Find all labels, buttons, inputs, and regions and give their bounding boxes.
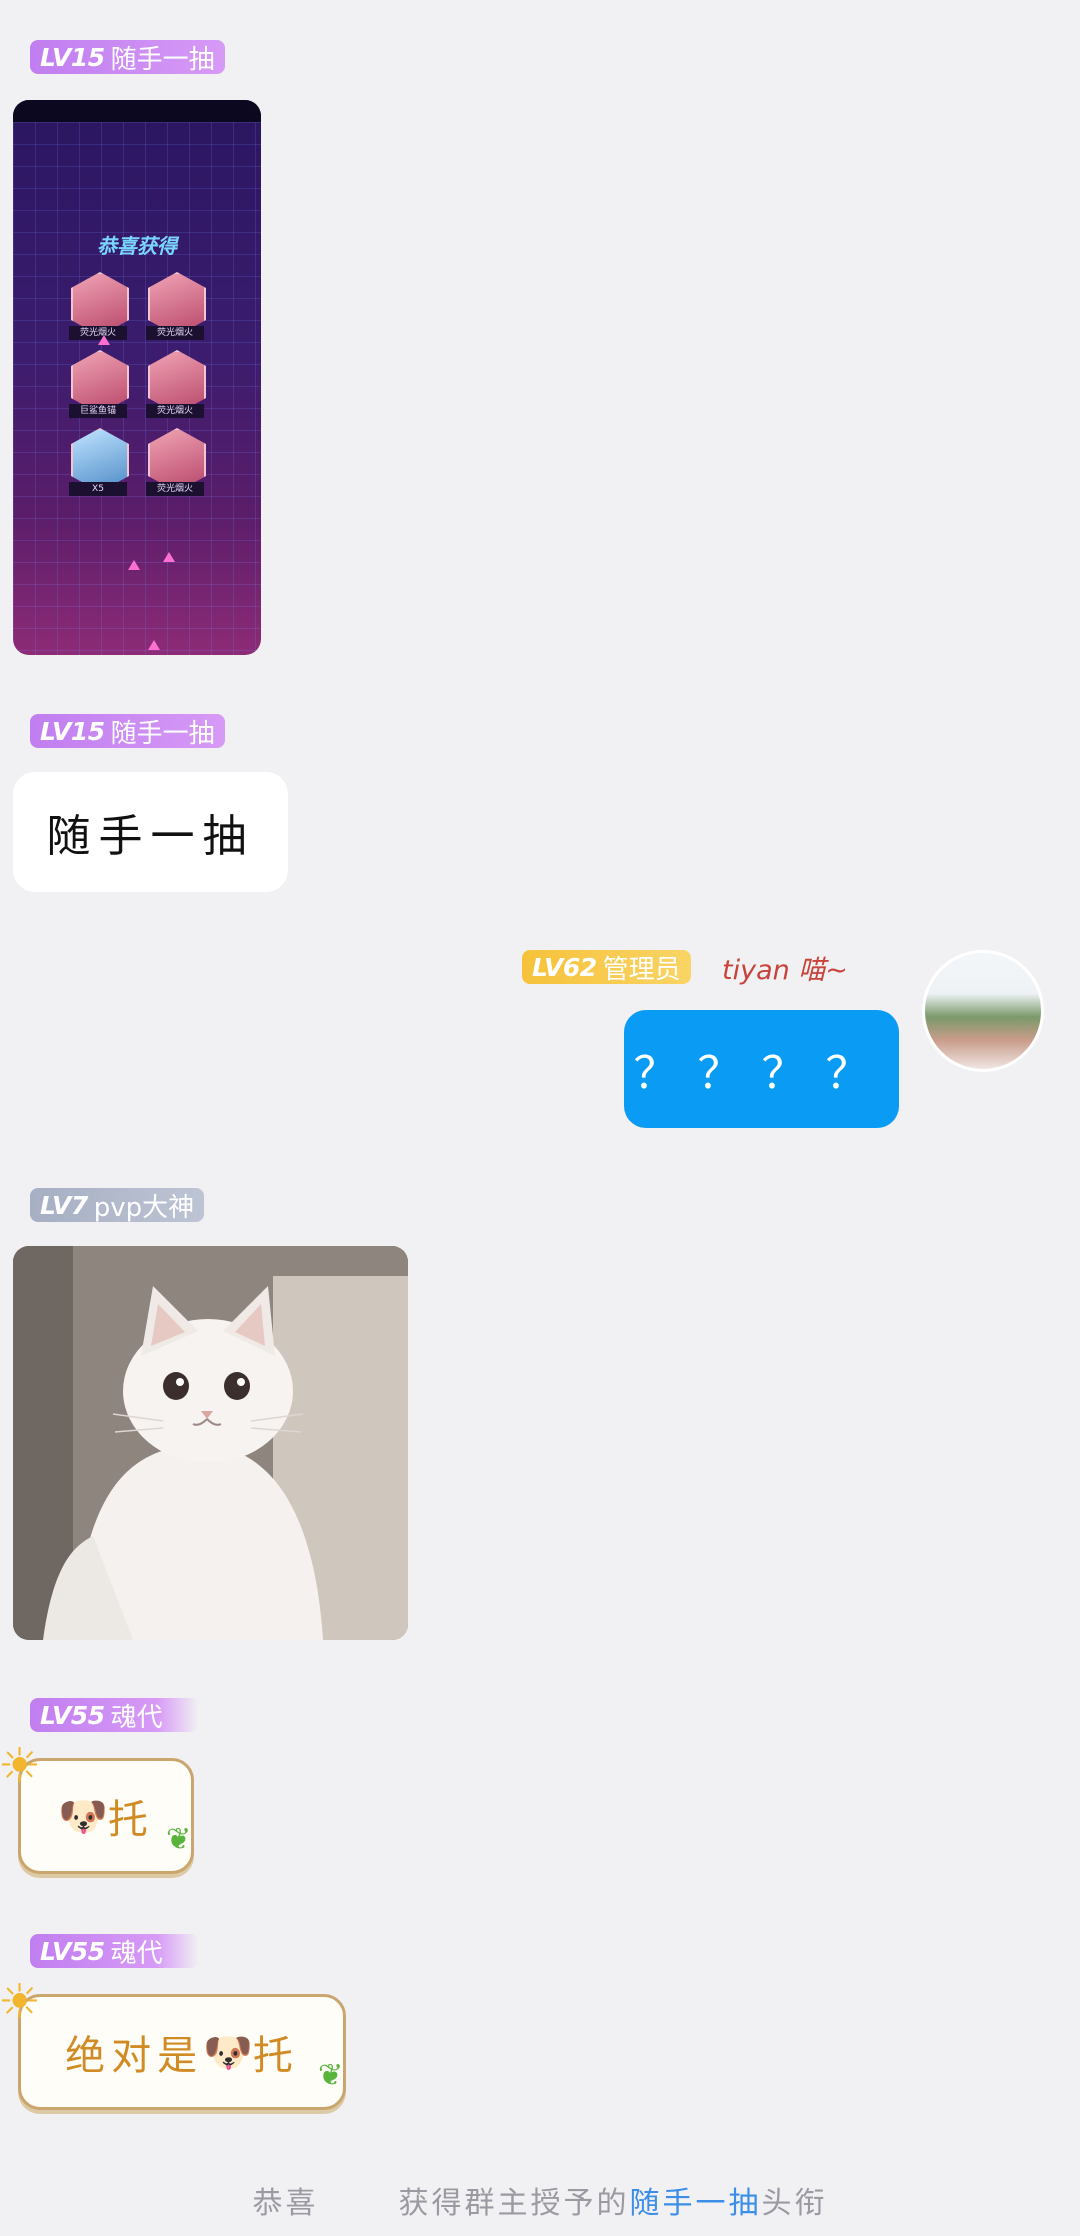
reward-title: 恭喜获得	[97, 234, 177, 258]
sender-badge[interactable]: LV15 随手一抽	[30, 40, 225, 75]
cat-illustration	[13, 1246, 408, 1640]
sender-badge[interactable]: LV55 魂代	[30, 1934, 199, 1969]
sender-title: 随手一抽	[110, 44, 215, 75]
dog-emoji: 🐶	[203, 2029, 253, 2076]
notice-title-link[interactable]: 随手一抽	[630, 2186, 762, 2221]
status-bar	[13, 100, 261, 122]
sender-badge[interactable]: LV15 随手一抽	[30, 714, 225, 749]
avatar[interactable]	[922, 950, 1044, 1072]
sparkle-icon	[148, 640, 160, 650]
sticker-bubble[interactable]: 绝对是 🐶 托	[18, 1994, 346, 2110]
game-reward-image[interactable]: 恭喜获得 荧光烟火 荧光烟火 巨鲨鱼锚 荧光烟火 X5 荧光烟火	[13, 100, 261, 655]
leaf-icon: ❦	[318, 2058, 344, 2093]
sender-title: 魂代	[110, 1938, 163, 1969]
reward-item-label: 荧光烟火	[146, 482, 204, 496]
sender-title: 魂代	[110, 1702, 163, 1733]
level-tag: LV15	[40, 716, 105, 746]
level-tag: LV7	[40, 1190, 88, 1220]
reward-item-label: 荧光烟火	[146, 326, 204, 340]
reward-item-label: X5	[69, 482, 127, 496]
notice-suffix: 头衔	[761, 2186, 828, 2221]
message-text: 绝对是	[65, 2033, 204, 2079]
level-tag: LV15	[40, 42, 105, 72]
sun-icon: ☀	[0, 1738, 42, 1794]
message-bubble[interactable]: 随手一抽	[13, 772, 288, 892]
level-tag: LV55	[40, 1700, 105, 1730]
dog-emoji: 🐶	[58, 1793, 108, 1840]
sun-icon: ☀	[0, 1974, 42, 2030]
grid-background	[13, 100, 261, 655]
sender-title: 随手一抽	[110, 718, 215, 749]
message-bubble[interactable]: ？？？？	[624, 1010, 899, 1128]
notice-prefix: 恭喜	[252, 2186, 319, 2221]
level-tag: LV55	[40, 1936, 105, 1966]
notice-middle: 获得群主授予的	[398, 2186, 630, 2221]
reward-item-label: 荧光烟火	[146, 404, 204, 418]
reward-item-label: 巨鲨鱼锚	[69, 404, 127, 418]
system-notice: 恭喜 获得群主授予的随手一抽头衔	[0, 2178, 1080, 2222]
sender-title: 管理员	[602, 954, 681, 985]
sender-badge[interactable]: LV62 管理员	[522, 950, 691, 985]
message-text: 托	[252, 2033, 299, 2079]
message-text: 托	[107, 1797, 154, 1843]
sender-title: pvp大神	[93, 1192, 195, 1223]
sparkle-icon	[98, 335, 110, 345]
sender-badge[interactable]: LV55 魂代	[30, 1698, 199, 1733]
sender-badge[interactable]: LV7 pvp大神	[30, 1188, 205, 1223]
sparkle-icon	[128, 560, 140, 570]
cat-image[interactable]	[13, 1246, 408, 1640]
sparkle-icon	[163, 552, 175, 562]
sender-name[interactable]: tiyan 喵~	[722, 948, 848, 987]
leaf-icon: ❦	[166, 1822, 192, 1857]
level-tag: LV62	[532, 952, 597, 982]
